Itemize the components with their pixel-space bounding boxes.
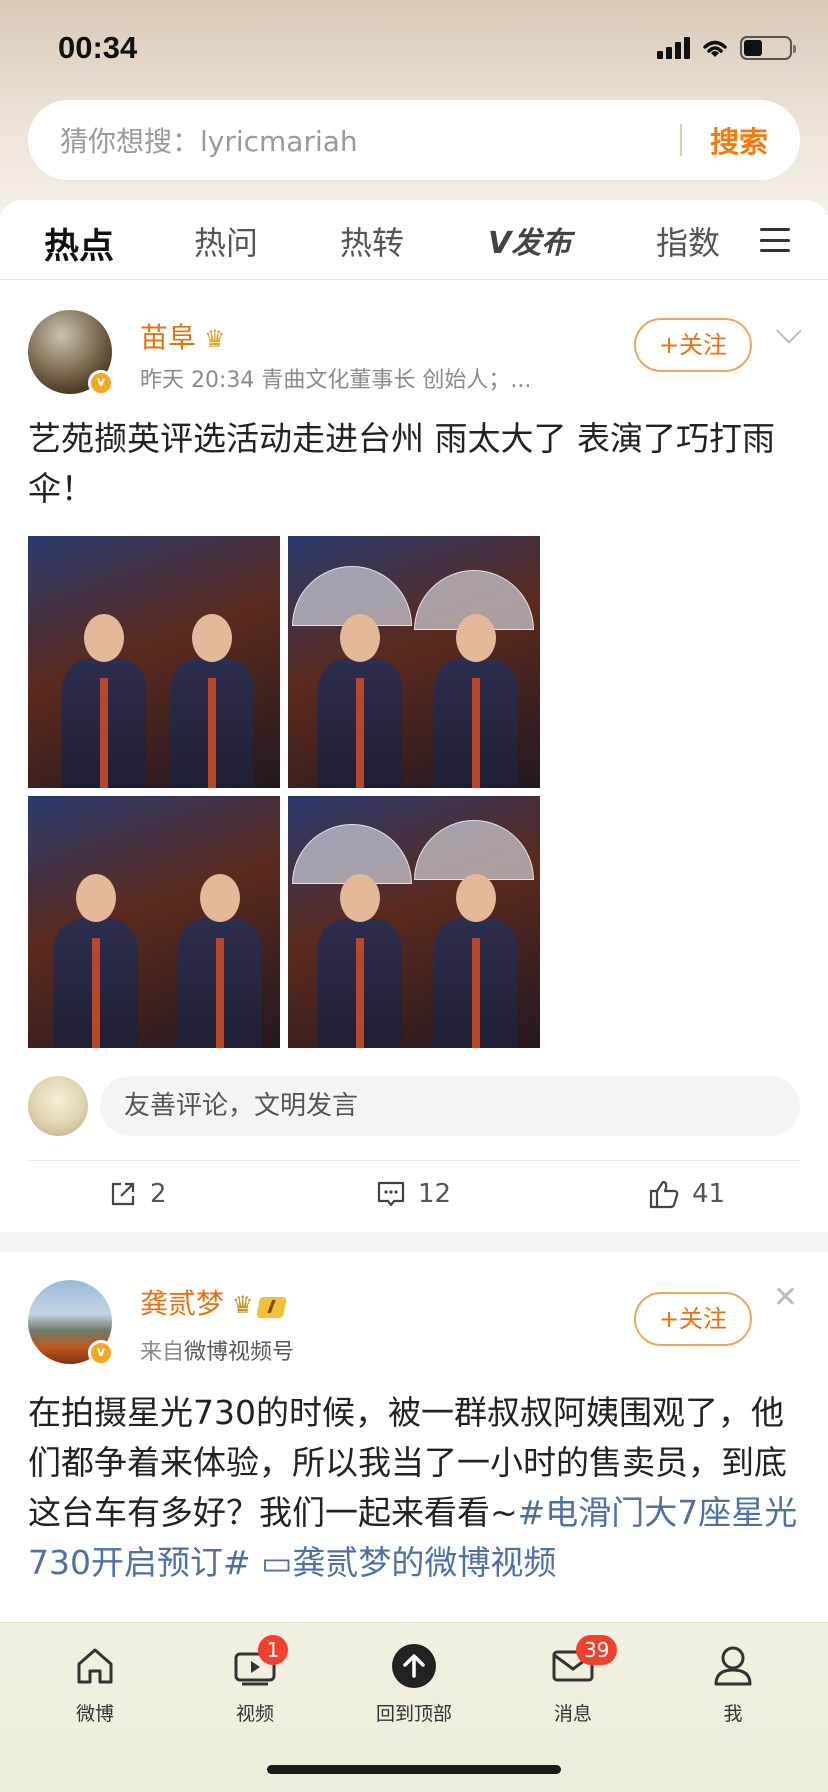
nav-video[interactable]: 1 视频 [200,1635,310,1726]
share-button[interactable]: 2 [108,1179,167,1209]
home-indicator [267,1765,561,1774]
status-icons [657,36,796,60]
meta-prefix: 来自 [140,1340,185,1365]
verified-badge-icon: v [88,1340,114,1366]
search-bar[interactable]: 猜你想搜：lyricmariah 搜索 [28,100,800,180]
wifi-icon [703,40,727,57]
share-count: 2 [150,1179,167,1209]
tab-index[interactable]: 指数 [656,218,720,264]
close-icon[interactable]: ✕ [773,1280,798,1315]
arrow-up-icon [392,1644,436,1688]
tab-hot-reposts[interactable]: 热转 [340,218,404,264]
home-icon [77,1648,113,1684]
post-actions: 2 12 41 [28,1160,800,1232]
post-meta: 来自微博视频号 [140,1334,294,1366]
verified-badge-icon: v [88,370,114,396]
post-author[interactable]: 龚贰梦 ♛ I [140,1282,287,1322]
tab-hot-questions[interactable]: 热问 [194,218,258,264]
chevron-down-icon[interactable] [776,318,802,344]
post-photo[interactable] [288,796,540,1048]
my-avatar [28,1076,88,1136]
profile-icon [714,1646,752,1686]
nav-messages[interactable]: 39 消息 [518,1635,628,1726]
search-separator [679,124,682,156]
like-button[interactable]: 41 [648,1179,725,1209]
post-author[interactable]: 苗阜 ♛ [140,316,226,356]
meta-source-link[interactable]: 微博视频号 [184,1340,294,1365]
feed-post: v 龚贰梦 ♛ I 来自微博视频号 +关注 ✕ 在拍摄星光730的时候，被一群叔叔阿… [0,1252,828,1652]
tab-index-label: 指数 [656,224,721,262]
search-input[interactable]: 猜你想搜：lyricmariah [60,120,680,160]
cellular-signal-icon [657,37,690,59]
comment-button[interactable]: 12 [376,1179,451,1209]
thumbs-up-icon [649,1180,679,1209]
post-author-name[interactable]: 苗阜 [140,321,196,354]
search-button[interactable]: 搜索 [710,119,768,161]
nav-video-label: 视频 [235,1703,274,1725]
share-icon [111,1182,135,1206]
nav-profile[interactable]: 我 [678,1643,788,1726]
follow-button[interactable]: +关注 [634,1292,752,1346]
nav-home-label: 微博 [75,1703,114,1725]
video-icon: ▭ [261,1543,293,1582]
tab-hot[interactable]: 热点 [44,218,115,289]
nav-back-to-top-label: 回到顶部 [375,1703,452,1725]
comment-icon [377,1181,405,1207]
status-time: 00:34 [58,30,138,65]
menu-icon[interactable] [760,228,790,252]
post-author-name[interactable]: 龚贰梦 [140,1287,224,1320]
post-photo[interactable] [288,536,540,788]
post-text: 艺苑撷英评选活动走进台州 雨太大了 表演了巧打雨伞！ [28,419,775,508]
tab-bar: 热点 热问 热转 V发布 指数 [0,200,828,289]
post-separator [0,1232,828,1252]
level-badge: I [255,1297,287,1318]
battery-icon [740,36,796,60]
like-count: 41 [692,1179,726,1209]
video-badge: 1 [258,1635,288,1665]
messages-badge: 39 [576,1635,618,1665]
tab-hot-label: 热点 [44,227,115,267]
tab-v-publish-label: V发布 [488,226,572,261]
nav-messages-label: 消息 [553,1703,592,1725]
tab-hot-reposts-label: 热转 [340,224,405,262]
comment-count: 12 [418,1179,452,1209]
photo-grid [28,536,540,1048]
video-link-label[interactable]: 龚贰梦的微博视频 [292,1543,556,1582]
status-bar: 00:34 [0,0,828,100]
comment-box: 友善评论，文明发言 [28,1076,800,1136]
video-link[interactable]: ▭龚贰梦的微博视频 [261,1543,556,1582]
post-photo[interactable] [28,536,280,788]
follow-button[interactable]: +关注 [634,318,752,372]
tab-hot-questions-label: 热问 [194,224,259,262]
feed-post: v 苗阜 ♛ 昨天 20:34 青曲文化董事长 创始人；... +关注 艺苑撷英评… [0,282,828,1232]
post-text: 在拍摄星光730的时候，被一群叔叔阿姨围观了，他们都争着来体验，所以我当了一小时… [28,1388,800,1588]
post-photo[interactable] [28,796,280,1048]
nav-profile-label: 我 [723,1703,743,1725]
crown-icon: ♛ [204,325,226,353]
crown-icon: ♛ [232,1291,254,1319]
nav-back-to-top[interactable]: 回到顶部 [359,1643,469,1726]
comment-input[interactable]: 友善评论，文明发言 [100,1076,800,1136]
tab-v-publish[interactable]: V发布 [488,218,571,262]
post-meta: 昨天 20:34 青曲文化董事长 创始人；... [140,368,532,393]
nav-home[interactable]: 微博 [40,1643,150,1726]
